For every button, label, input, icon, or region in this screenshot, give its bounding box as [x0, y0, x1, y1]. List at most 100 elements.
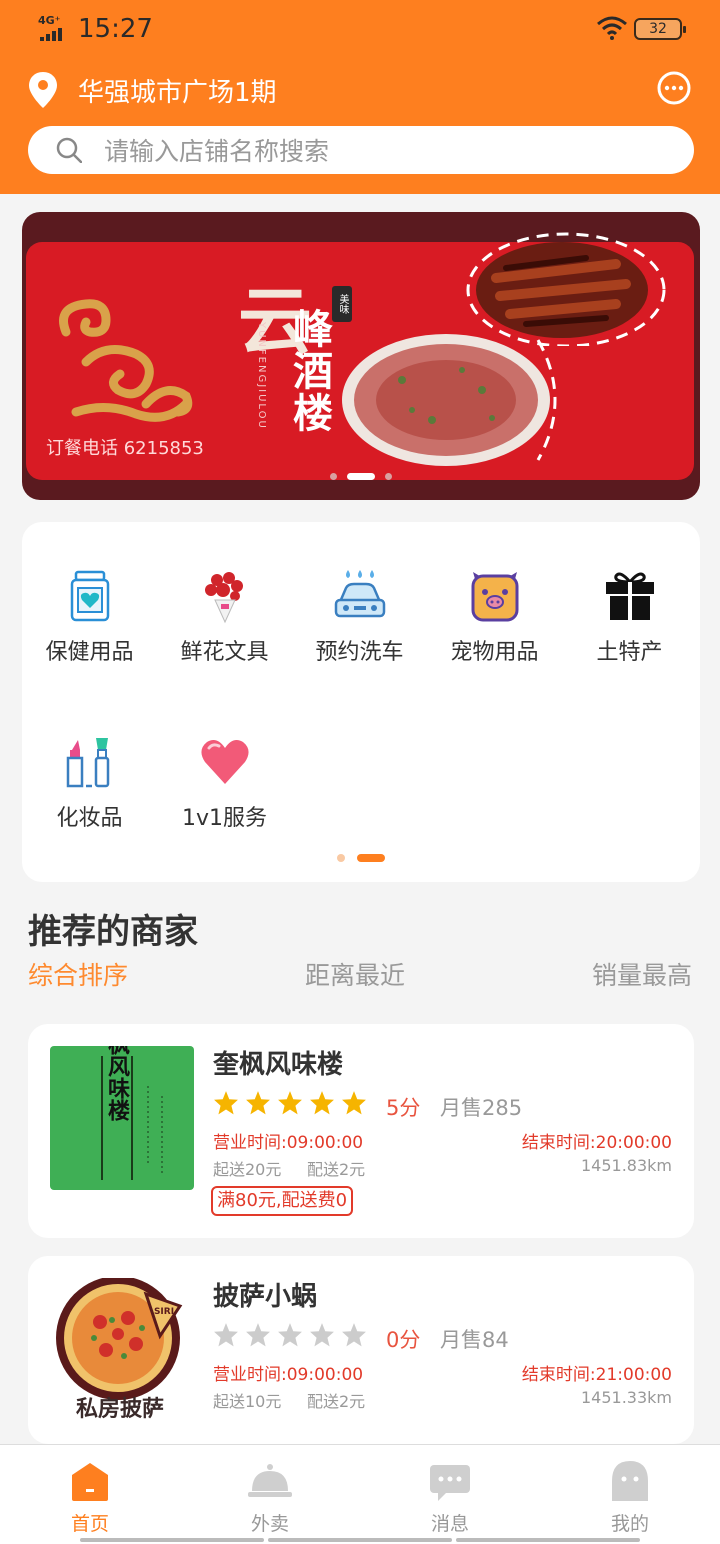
sort-sales[interactable]: 销量最高: [592, 956, 692, 992]
battery-indicator: 32: [634, 18, 686, 40]
shop-delivery-fee: 配送2元: [307, 1392, 366, 1411]
shop-min-order: 起送10元: [213, 1392, 282, 1411]
shop-logo-text: 私房披萨: [76, 1396, 164, 1422]
tab-label: 我的: [610, 1513, 649, 1535]
star-icon: [342, 1323, 366, 1347]
signal-icon: [40, 28, 62, 41]
heart-icon: [201, 740, 249, 784]
search-input[interactable]: 请输入店铺名称搜索: [28, 126, 694, 174]
message-icon: [430, 1465, 470, 1501]
location-text: 华强城市广场1期: [78, 77, 277, 108]
shop-promo-badge: 满80元,配送费0: [211, 1186, 354, 1216]
category-label: 1v1服务: [181, 806, 267, 831]
shop-delivery-fee: 配送2元: [307, 1160, 366, 1179]
category-label: 宠物用品: [450, 640, 539, 665]
category-health[interactable]: 保健用品: [22, 568, 157, 678]
promo-banner[interactable]: 云 美味 YUNFENGJIULOU 峰酒楼 订餐电话 6215853: [22, 212, 700, 500]
category-label: 化妆品: [56, 806, 123, 831]
category-dot-active[interactable]: [357, 854, 385, 862]
category-flowers[interactable]: 鲜花文具: [157, 568, 292, 678]
category-local-specialty[interactable]: 土特产: [562, 568, 697, 678]
star-icon: [246, 1323, 270, 1347]
category-pager: [22, 854, 700, 862]
banner-dot[interactable]: [330, 473, 337, 480]
cloche-icon: [248, 1464, 292, 1497]
category-label: 预约洗车: [315, 640, 404, 665]
star-icon: [342, 1091, 366, 1115]
gesture-bar: [80, 1538, 640, 1542]
gift-box-icon: [606, 572, 654, 620]
shop-card[interactable]: 奎枫风味楼 奎枫风味楼 5分 月售285 营业时间:09:00:00 结束时间:…: [28, 1024, 694, 1238]
category-carwash[interactable]: 预约洗车: [292, 568, 427, 678]
profile-icon: [612, 1461, 648, 1501]
shop-logo-text: 奎枫风味楼: [104, 1046, 131, 1122]
star-icon: [214, 1091, 238, 1115]
banner-venue-name: 峰酒楼: [286, 308, 333, 434]
shop-distance: 1451.33km: [580, 1388, 672, 1407]
bottom-tab-bar: 首页 外卖 消息 我的: [0, 1444, 720, 1544]
shop-open-time: 营业时间:09:00:00: [213, 1365, 364, 1385]
star-icon: [214, 1323, 238, 1347]
status-bar: 4G⁺ 15:27 32: [38, 12, 686, 46]
star-rating: [213, 1322, 367, 1348]
tab-label: 首页: [70, 1513, 109, 1535]
tab-home[interactable]: 首页: [0, 1459, 180, 1536]
health-jar-icon: [70, 570, 110, 622]
pet-pig-icon: [471, 572, 519, 622]
sort-tabs: 综合排序 距离最近 销量最高: [28, 956, 692, 990]
category-grid: 保健用品 鲜花文具 预约洗车 宠物用品 土特产 化妆品 1v1服务: [22, 522, 700, 882]
shop-monthly-sales: 月售84: [440, 1328, 509, 1352]
shop-name: 奎枫风味楼: [213, 1050, 344, 1080]
shop-thumbnail: SIRI 私房披萨: [50, 1278, 194, 1422]
star-icon: [278, 1091, 302, 1115]
shop-close-time: 结束时间:21:00:00: [521, 1365, 672, 1385]
shop-thumbnail: 奎枫风味楼: [50, 1046, 194, 1190]
shop-logo-badge: SIRI: [154, 1307, 174, 1317]
banner-dot[interactable]: [385, 473, 392, 480]
category-cosmetics[interactable]: 化妆品: [22, 734, 157, 844]
star-rating: [213, 1090, 367, 1116]
shop-monthly-sales: 月售285: [440, 1096, 523, 1120]
car-wash-icon: [334, 570, 386, 618]
wifi-icon: [597, 16, 627, 40]
banner-pager: [22, 473, 700, 480]
shop-logo-image: 奎枫风味楼: [101, 1046, 163, 1180]
cosmetics-icon: [66, 738, 110, 788]
location-pin-icon: [29, 72, 57, 108]
shop-close-time: 结束时间:20:00:00: [521, 1133, 672, 1153]
tab-profile[interactable]: 我的: [540, 1459, 720, 1536]
home-icon: [72, 1463, 108, 1501]
flower-bouquet-icon: [205, 572, 243, 624]
banner-image: 云 美味 YUNFENGJIULOU 峰酒楼 订餐电话 6215853: [26, 232, 694, 480]
clock: 15:27: [78, 14, 153, 44]
chat-bubble-icon[interactable]: [656, 70, 692, 106]
shop-min-order: 起送20元: [213, 1160, 282, 1179]
shop-distance: 1451.83km: [580, 1156, 672, 1175]
section-title: 推荐的商家: [28, 912, 198, 952]
tab-takeout[interactable]: 外卖: [180, 1459, 360, 1536]
banner-dot-active[interactable]: [347, 473, 375, 480]
banner-phone: 订餐电话 6215853: [46, 438, 204, 459]
search-icon: [56, 137, 82, 163]
star-icon: [310, 1091, 334, 1115]
shop-card[interactable]: SIRI 私房披萨 披萨小蜗 0分 月售84 营业时间:09:00:00 结束时…: [28, 1256, 694, 1444]
category-dot[interactable]: [337, 854, 345, 862]
tab-messages[interactable]: 消息: [360, 1459, 540, 1536]
ribs-dish-image: [466, 232, 666, 346]
banner-pinyin: YUNFENGJIULOU: [256, 322, 267, 430]
star-icon: [310, 1323, 334, 1347]
shop-score: 5分: [386, 1096, 421, 1120]
sort-distance[interactable]: 距离最近: [305, 956, 405, 992]
category-1v1-service[interactable]: 1v1服务: [157, 734, 292, 844]
sort-comprehensive[interactable]: 综合排序: [28, 956, 128, 992]
shop-name: 披萨小蜗: [213, 1282, 318, 1312]
app-header: 4G⁺ 15:27 32 华强城市广场1期 请输入店铺名称搜索: [0, 0, 720, 194]
star-icon: [278, 1323, 302, 1347]
category-label: 土特产: [596, 640, 663, 665]
cloud-ornament-icon: [59, 299, 193, 422]
location-bar[interactable]: 华强城市广场1期: [28, 68, 692, 112]
category-pets[interactable]: 宠物用品: [427, 568, 562, 678]
shop-score: 0分: [386, 1328, 421, 1352]
category-label: 保健用品: [45, 640, 134, 665]
tab-label: 消息: [430, 1513, 469, 1535]
